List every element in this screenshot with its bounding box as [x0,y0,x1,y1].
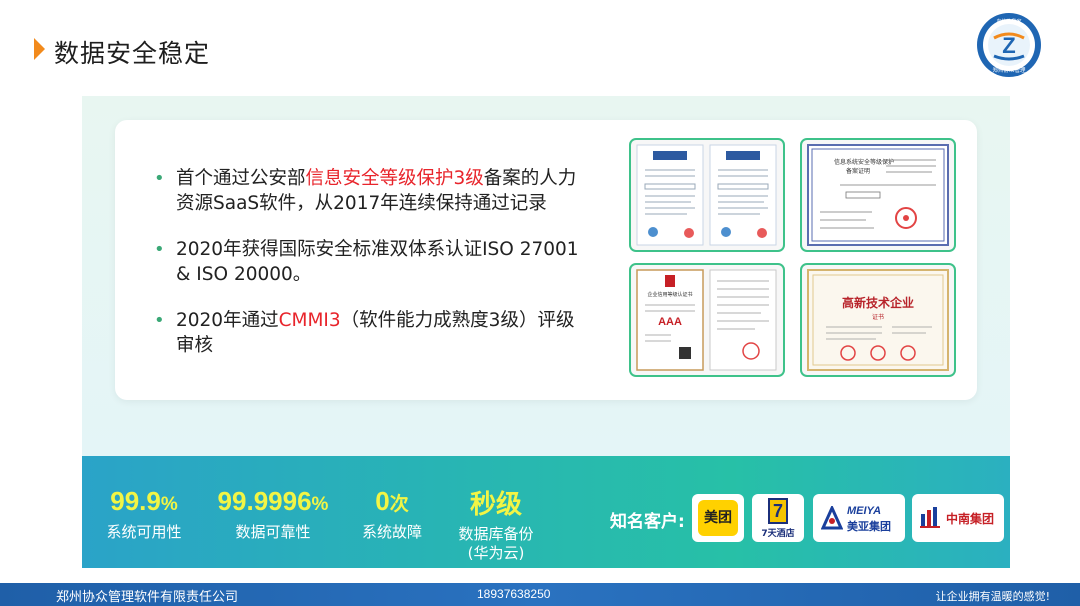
cert-line: 高新技术企业 [842,295,914,310]
logo-letter: Z [1002,33,1015,58]
stat-reliability: 99.9996% 数据可靠性 [206,486,340,541]
footer-bar: 郑州协众管理软件有限责任公司 18937638250 让企业拥有温暖的感觉! [0,583,1080,606]
certificate-security-filing-image: 信息系统安全等级保护 备案证明 [807,144,949,246]
page-title: 数据安全稳定 [54,39,211,68]
certificate-security-filing: 信息系统安全等级保护 备案证明 [800,138,956,252]
cert-line: AAA [658,316,682,328]
stat-label: 数据可靠性 [235,523,311,541]
logo-top-text: 向往位我家 [996,18,1021,25]
client-logo-zhongnan: 中南集团 [912,494,1004,542]
zhongnan-emblem-icon [920,507,940,528]
cert-line: 信息系统安全等级保护 [834,158,894,166]
stat-value: 秒级 [469,490,522,520]
zhongnan-label: 中南集团 [946,512,995,526]
certificate-credit: 企业信用等级认证书 AAA [629,263,785,377]
stat-availability: 99.9% 系统可用性 [94,486,194,541]
cert-line: 证书 [872,313,884,321]
7days-label: 7天酒店 [761,529,795,539]
bullet-item: • 2020年通过CMMI3（软件能力成熟度3级）评级审核 [152,308,592,358]
client-logo-7days: 7 7天酒店 [752,494,804,542]
stat-sublabel: (华为云) [467,544,525,562]
7days-mark: 7 [768,498,788,524]
stat-backup: 秒级 数据库备份 (华为云) [446,484,546,562]
bullet-text: 首个通过公安部 [176,168,306,189]
bullet-text: 2020年获得国际安全标准双体系认证ISO 27001 & ISO 20000。 [176,239,579,285]
stat-value: 99.9996 [217,486,312,516]
company-logo: Z 向往位我家 郑州协众管理 [977,13,1041,77]
stat-label: 系统故障 [361,523,422,541]
client-logo-meiya: MEIYA 美亚集团 [813,494,905,542]
bullet-dot-icon: • [154,310,165,331]
bullet-item: • 首个通过公安部信息安全等级保护3级备案的人力资源SaaS软件，从2017年连… [152,166,592,216]
meiya-label: 美亚集团 [847,520,891,533]
footer-company: 郑州协众管理软件有限责任公司 [56,590,239,605]
stat-unit: 次 [389,494,409,515]
meituan-mark: 美团 [698,500,738,536]
footer-phone: 18937638250 [477,587,551,601]
certificate-iso [629,138,785,252]
bullet-dot-icon: • [154,239,165,260]
stat-unit: % [311,494,329,515]
bullet-dot-icon: • [154,168,165,189]
certificate-iso-image [636,144,777,246]
stat-value: 0 [375,486,390,516]
stat-value: 99.9 [110,486,161,516]
stat-label: 系统可用性 [106,523,182,541]
client-logo-meituan: 美团 [692,494,744,542]
meiya-emblem-icon [821,506,843,530]
stat-failures: 0次 系统故障 [352,486,432,541]
logo-bottom-text: 郑州协众管理 [992,66,1026,74]
cert-line: 备案证明 [846,167,870,175]
footer-slogan: 让企业拥有温暖的感觉! [935,590,1050,603]
cert-line: 企业信用等级认证书 [647,291,692,298]
header: 数据安全稳定 [0,0,1080,90]
certificate-credit-image: 企业信用等级认证书 AAA [636,269,777,371]
bullet-highlight: 信息安全等级保护3级 [305,168,484,189]
bullet-highlight: CMMI3 [278,310,341,331]
meiya-brand: MEIYA [847,505,882,517]
bullet-list: • 首个通过公安部信息安全等级保护3级备案的人力资源SaaS软件，从2017年连… [152,166,592,379]
stat-label: 数据库备份 [458,525,534,543]
bullet-item: • 2020年获得国际安全标准双体系认证ISO 27001 & ISO 2000… [152,237,592,287]
clients-label: 知名客户: [610,512,685,532]
bullet-text: 2020年通过 [176,310,279,331]
stat-unit: % [160,494,178,515]
certificate-high-tech: 高新技术企业 证书 [800,263,956,377]
certificate-high-tech-image: 高新技术企业 证书 [807,269,949,371]
title-arrow-icon [34,38,45,60]
